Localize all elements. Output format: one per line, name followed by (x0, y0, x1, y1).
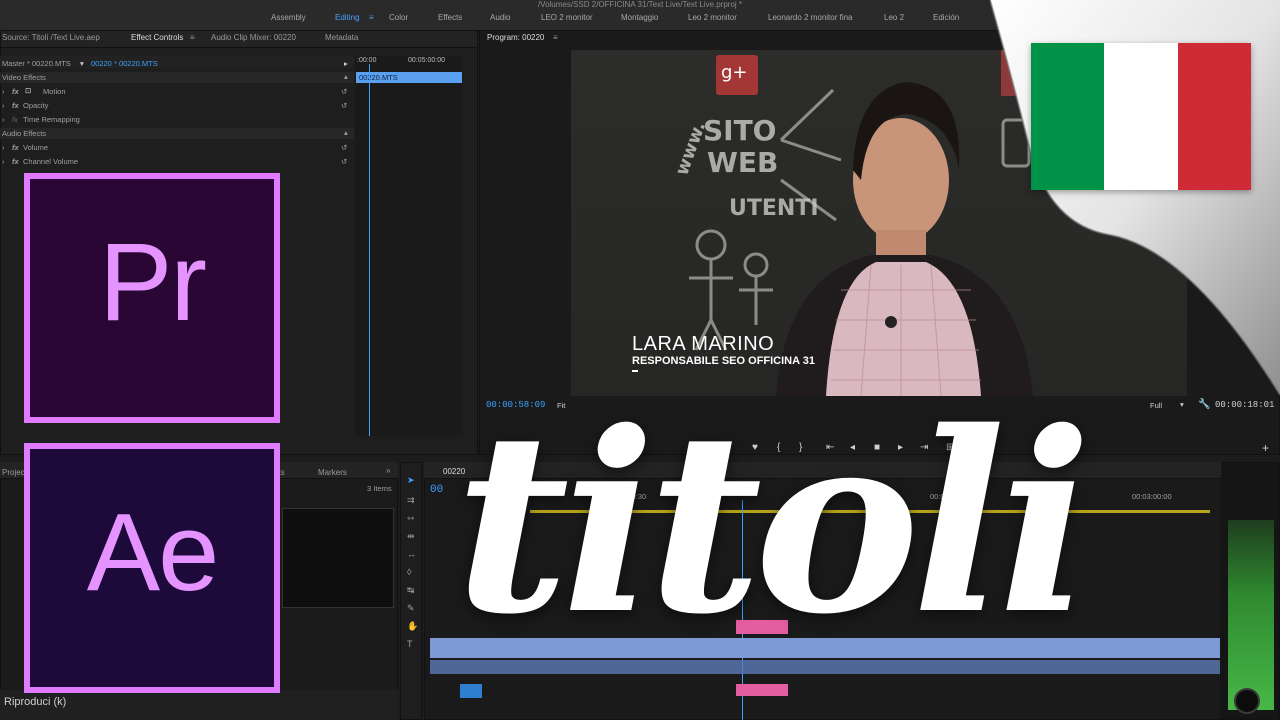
workspace-tab-effects[interactable]: Effects (438, 13, 462, 22)
workspace-tab-montaggio[interactable]: Montaggio (621, 13, 658, 22)
workspace-tab-audio[interactable]: Audio (490, 13, 510, 22)
reset-icon[interactable]: ↺ (341, 87, 347, 96)
effect-motion[interactable]: Motion (43, 87, 66, 96)
motion-transform-icon: ⊡ (25, 86, 32, 95)
mini-ruler-end: 00:05:00:00 (408, 57, 445, 64)
track-select-icon[interactable]: ⇉ (407, 495, 415, 506)
play-triangle-icon[interactable]: ▸ (344, 59, 348, 68)
mini-ruler-start: :00:00 (357, 57, 377, 64)
workspace-tab-leonardo[interactable]: Leonardo 2 monitor fina (768, 13, 853, 22)
reset-icon[interactable]: ↺ (341, 143, 347, 152)
flag-red-stripe (1177, 43, 1251, 190)
after-effects-logo-text: Ae (86, 491, 220, 614)
premiere-pro-logo-text: Pr (99, 221, 207, 344)
collapse-up-icon[interactable]: ▴ (344, 128, 348, 137)
lower-third-name: LARA MARINO (632, 333, 775, 355)
type-tool-icon[interactable]: T (407, 639, 413, 649)
workspace-tab-leo2[interactable]: Leo 2 (884, 13, 904, 22)
workspace-tab-leo2monitor[interactable]: LEO 2 monitor (541, 13, 593, 22)
project-item-count: 3 Items (367, 484, 392, 493)
solo-button[interactable] (1234, 688, 1260, 714)
volume-expand-icon[interactable]: › (2, 143, 5, 152)
audio-effects-header (0, 128, 354, 139)
razor-icon[interactable]: ◊ (407, 567, 411, 577)
lower-third-cursor (632, 370, 638, 372)
rate-stretch-icon[interactable]: ↔ (407, 549, 416, 559)
title-overlay-text: titoli (455, 378, 1092, 669)
effect-time-remapping[interactable]: Time Remapping (23, 115, 80, 124)
track-target-button[interactable] (460, 684, 482, 698)
mini-clip-name: 00220.MTS (359, 73, 398, 82)
reset-icon[interactable]: ↺ (341, 101, 347, 110)
fx-icon[interactable]: fx (12, 87, 19, 96)
wrench-icon[interactable]: 🔧 (1198, 399, 1210, 410)
italian-flag (1031, 43, 1251, 190)
sequence-clip-label[interactable]: 00220 * 00220.MTS (91, 59, 158, 68)
effect-volume[interactable]: Volume (23, 143, 48, 152)
audio-meter-level (1228, 520, 1274, 710)
video-effects-label: Video Effects (2, 73, 46, 82)
flag-white-stripe (1104, 43, 1178, 190)
panel-menu-icon[interactable]: ≡ (190, 33, 195, 42)
mini-timeline[interactable] (355, 56, 463, 436)
pen-icon[interactable]: ✎ (407, 603, 415, 614)
mini-playhead[interactable] (369, 64, 370, 436)
fx-icon[interactable]: fx (12, 115, 18, 124)
motion-expand-icon[interactable]: › (2, 87, 5, 96)
workspace-tab-edicion[interactable]: Edición (933, 13, 959, 22)
tab-metadata[interactable]: Metadata (325, 33, 358, 42)
workspace-tab-leo2monitor-b[interactable]: Leo 2 monitor (688, 13, 737, 22)
tab-effect-controls[interactable]: Effect Controls (131, 33, 183, 42)
dropdown-arrow-icon[interactable]: ▾ (80, 59, 84, 68)
audio-effects-label: Audio Effects (2, 129, 47, 138)
ruler-label-3: 00:03:00:00 (1132, 492, 1172, 501)
timeline-timecode[interactable]: 00 (430, 484, 443, 496)
tab-audio-clip-mixer[interactable]: Audio Clip Mixer: 00220 (211, 33, 296, 42)
play-tooltip: Riproduci (k) (4, 696, 67, 708)
flag-green-stripe (1031, 43, 1105, 190)
workspace-tab-editing[interactable]: Editing (335, 13, 359, 22)
collapse-up-icon[interactable]: ▴ (344, 72, 348, 81)
panel-menu-icon[interactable]: ≡ (553, 33, 558, 42)
program-duration: 00:00:18:01 (1215, 400, 1275, 410)
program-monitor-title[interactable]: Program: 00220 (487, 33, 544, 42)
tools-panel: ➤ ⇉ ⇿ ⇹ ↔ ◊ ↹ ✎ ✋ T (400, 462, 422, 720)
hand-icon[interactable]: ✋ (407, 621, 418, 632)
ripple-edit-icon[interactable]: ⇿ (407, 513, 415, 524)
add-button-icon[interactable]: + (1262, 441, 1269, 455)
channel-volume-expand-icon[interactable]: › (2, 157, 5, 166)
time-remap-expand-icon[interactable]: › (2, 115, 5, 124)
video-effects-header (0, 72, 354, 83)
title-clip-2[interactable] (736, 684, 788, 696)
workspace-menu-icon[interactable]: ≡ (369, 13, 374, 22)
quality-dropdown[interactable]: Full (1150, 401, 1162, 410)
chevron-down-icon[interactable]: ▾ (1180, 400, 1184, 409)
rolling-edit-icon[interactable]: ⇹ (407, 531, 415, 542)
lower-third-role: RESPONSABILE SEO OFFICINA 31 (632, 355, 815, 367)
after-effects-logo: Ae (24, 443, 280, 693)
selection-tool-icon[interactable]: ➤ (407, 475, 415, 486)
workspace-tab-color[interactable]: Color (389, 13, 408, 22)
premiere-pro-logo: Pr (24, 173, 280, 423)
opacity-expand-icon[interactable]: › (2, 101, 5, 110)
reset-icon[interactable]: ↺ (341, 157, 347, 166)
fx-icon[interactable]: fx (12, 143, 19, 152)
fx-icon[interactable]: fx (12, 157, 19, 166)
effect-opacity[interactable]: Opacity (23, 101, 48, 110)
workspace-tab-assembly[interactable]: Assembly (271, 13, 306, 22)
panel-overflow-icon[interactable]: » (386, 466, 390, 475)
master-clip-label[interactable]: Master * 00220.MTS (2, 59, 71, 68)
slip-icon[interactable]: ↹ (407, 585, 415, 596)
tab-markers[interactable]: Markers (318, 468, 347, 477)
fx-icon[interactable]: fx (12, 101, 19, 110)
project-thumbnail[interactable] (282, 508, 394, 608)
effect-channel-volume[interactable]: Channel Volume (23, 157, 78, 166)
tab-source[interactable]: Source: Titoli /Text Live.aep (2, 33, 100, 42)
